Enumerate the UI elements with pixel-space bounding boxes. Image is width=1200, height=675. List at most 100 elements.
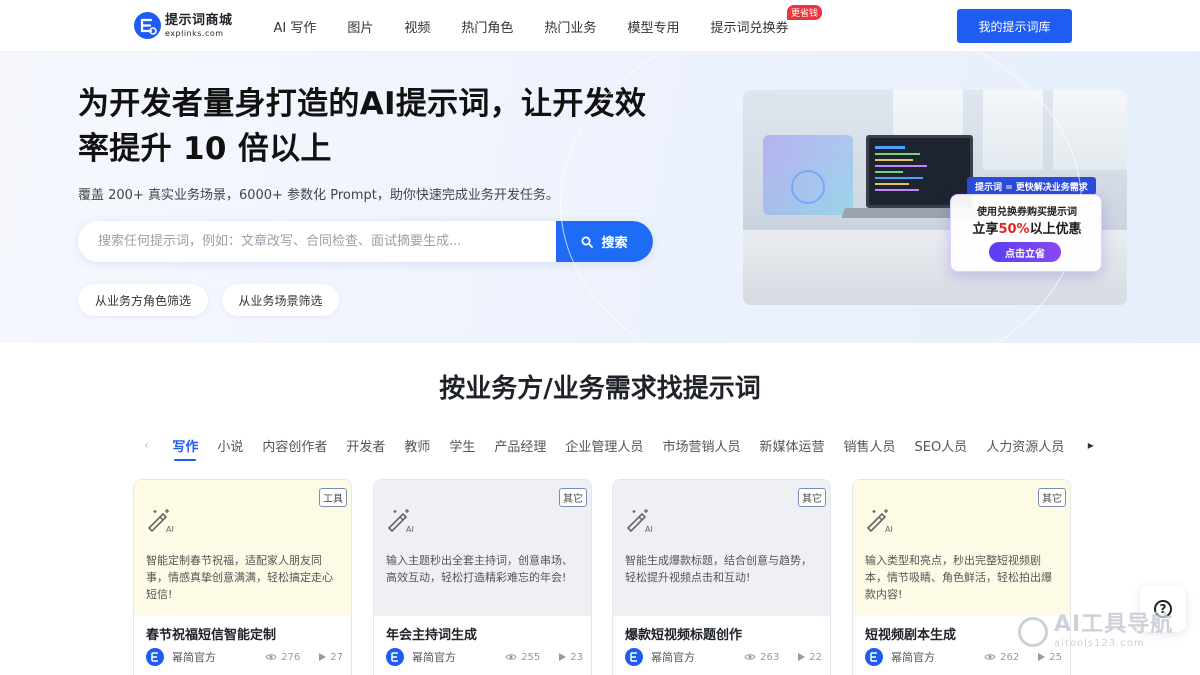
- card-title: 短视频剧本生成: [865, 628, 957, 643]
- view-count: 263: [760, 651, 780, 663]
- nav-item-coupons-label: 提示词兑换券: [710, 20, 789, 36]
- site-logo[interactable]: 提示词商城 explinks.com: [134, 12, 233, 39]
- promo-card: 使用兑换券购买提示词 立享50%以上优惠 点击立省: [950, 194, 1102, 272]
- nav-item-hot-roles[interactable]: 热门角色: [446, 17, 529, 36]
- tab-content-creator[interactable]: 内容创作者: [262, 436, 327, 455]
- tab-product-manager[interactable]: 产品经理: [494, 436, 546, 455]
- play-count: 23: [570, 651, 583, 663]
- card-meta: 幂简官方 276 27: [146, 648, 343, 666]
- hero-title: 为开发者量身打造的AI提示词，让开发效率提升 10 倍以上: [78, 86, 647, 167]
- office-window: [893, 90, 963, 170]
- view-count: 276: [281, 651, 301, 663]
- author-name: 幂简官方: [891, 651, 935, 664]
- card-description: 智能定制春节祝福，适配家人朋友同事，情感真挚创意满满，轻松搞定走心短信!: [146, 554, 333, 601]
- tabs-next-arrow-icon[interactable]: ▸: [1088, 438, 1094, 452]
- promo-banner[interactable]: 提示词 = 更快解决业务需求 使用兑换券购买提示词 立享50%以上优惠 点击立省: [743, 90, 1127, 305]
- logo-icon: [134, 12, 161, 39]
- author-avatar: [865, 648, 883, 666]
- search-icon: [581, 236, 594, 248]
- hero-subtitle: 覆盖 200+ 真实业务场景，6000+ 参数化 Prompt，助你快速完成业务…: [78, 188, 559, 203]
- eye-icon: [265, 654, 277, 660]
- play-count: 25: [1049, 651, 1062, 663]
- watermark-icon: [1018, 616, 1048, 647]
- office-window: [1053, 90, 1127, 170]
- category-tabs: ‹ 写作 小说 内容创作者 开发者 教师 学生 产品经理 企业管理人员 市场营销…: [144, 434, 1094, 461]
- main-nav: AI 写作 图片 视频 热门角色 热门业务 模型专用 提示词兑换券 更省钱: [258, 0, 822, 52]
- svg-text:AI: AI: [166, 525, 174, 534]
- search-button[interactable]: 搜索: [556, 221, 653, 262]
- play-icon: [559, 653, 567, 661]
- nav-item-ai-writing[interactable]: AI 写作: [258, 17, 332, 36]
- laptop-base: [841, 208, 995, 218]
- tab-enterprise-manager[interactable]: 企业管理人员: [565, 436, 643, 455]
- card-description: 输入类型和亮点，秒出完整短视频剧本，情节吸睛、角色鲜活，轻松拍出爆款内容!: [865, 554, 1052, 601]
- save-money-badge: 更省钱: [786, 4, 822, 20]
- watermark-url: aitools123.com: [1054, 638, 1145, 649]
- section-title: 按业务方/业务需求找提示词: [439, 374, 761, 404]
- nav-item-coupons[interactable]: 提示词兑换券 更省钱: [695, 4, 822, 36]
- watermark-title: AI工具导航: [1054, 612, 1174, 637]
- eye-icon: [505, 654, 517, 660]
- author-name: 幂简官方: [412, 651, 456, 664]
- card-title: 爆款短视频标题创作: [625, 628, 743, 643]
- tab-developer[interactable]: 开发者: [346, 436, 385, 455]
- search-button-label: 搜索: [601, 236, 628, 251]
- logo-subtitle: explinks.com: [165, 28, 224, 38]
- author-avatar: [625, 648, 643, 666]
- play-icon: [319, 653, 327, 661]
- nav-item-hot-business[interactable]: 热门业务: [529, 17, 612, 36]
- nav-item-videos[interactable]: 视频: [389, 17, 446, 36]
- office-window: [983, 90, 1043, 170]
- card-preview: 其它 AI 智能生成爆款标题，结合创意与趋势，轻松提升视频点击和互动!: [613, 480, 830, 616]
- card-category-tag: 工具: [319, 488, 347, 507]
- view-count: 262: [1000, 651, 1020, 663]
- tab-writing[interactable]: 写作: [172, 436, 198, 461]
- nav-item-model-specific[interactable]: 模型专用: [612, 17, 695, 36]
- eye-icon: [984, 654, 996, 660]
- card-title: 年会主持词生成: [386, 628, 478, 643]
- card-description: 智能生成爆款标题，结合创意与趋势，轻松提升视频点击和互动!: [625, 554, 812, 584]
- card-preview: 其它 AI 输入类型和亮点，秒出完整短视频剧本，情节吸睛、角色鲜活，轻松拍出爆款…: [853, 480, 1070, 616]
- nav-item-images[interactable]: 图片: [332, 17, 389, 36]
- watermark-logo: AI工具导航 aitools123.com: [1018, 614, 1173, 649]
- tabs-prev-arrow-icon[interactable]: ‹: [144, 438, 149, 452]
- tab-teacher[interactable]: 教师: [404, 436, 430, 455]
- tab-sales[interactable]: 销售人员: [843, 436, 895, 455]
- prompt-card[interactable]: 工具 AI 智能定制春节祝福，适配家人朋友同事，情感真挚创意满满，轻松搞定走心短…: [133, 479, 352, 675]
- filter-by-role-button[interactable]: 从业务方角色筛选: [78, 284, 208, 316]
- card-category-tag: 其它: [559, 488, 587, 507]
- card-description: 输入主题秒出全套主持词，创意串场、高效互动，轻松打造精彩难忘的年会!: [386, 554, 573, 584]
- magic-wand-ai-icon: AI: [387, 509, 414, 534]
- author-name: 幂简官方: [172, 651, 216, 664]
- author-avatar: [386, 648, 404, 666]
- hero-section: 为开发者量身打造的AI提示词，让开发效率提升 10 倍以上 覆盖 200+ 真实…: [0, 52, 1200, 343]
- promo-line-2: 立享50%以上优惠: [972, 222, 1082, 237]
- top-header: 提示词商城 explinks.com AI 写作 图片 视频 热门角色 热门业务…: [0, 0, 1200, 52]
- play-icon: [798, 653, 806, 661]
- my-library-button[interactable]: 我的提示词库: [957, 9, 1072, 43]
- view-count: 255: [521, 651, 541, 663]
- magic-wand-ai-icon: AI: [866, 509, 893, 534]
- magic-wand-ai-icon: AI: [147, 509, 174, 534]
- search-input[interactable]: [78, 221, 556, 262]
- svg-text:AI: AI: [645, 525, 653, 534]
- tab-hr[interactable]: 人力资源人员: [986, 436, 1064, 455]
- card-preview: 其它 AI 输入主题秒出全套主持词，创意串场、高效互动，轻松打造精彩难忘的年会!: [374, 480, 591, 616]
- author-avatar: [146, 648, 164, 666]
- filter-by-scenario-button[interactable]: 从业务场景筛选: [222, 284, 339, 316]
- promo-cta-button[interactable]: 点击立省: [989, 242, 1061, 262]
- magic-wand-ai-icon: AI: [626, 509, 653, 534]
- tab-student[interactable]: 学生: [449, 436, 475, 455]
- prompt-card[interactable]: 其它 AI 输入主题秒出全套主持词，创意串场、高效互动，轻松打造精彩难忘的年会!…: [373, 479, 592, 675]
- play-count: 27: [330, 651, 343, 663]
- tab-new-media[interactable]: 新媒体运营: [759, 436, 824, 455]
- card-meta: 幂简官方 262 25: [865, 648, 1062, 666]
- svg-text:AI: AI: [885, 525, 893, 534]
- tab-seo[interactable]: SEO人员: [914, 436, 967, 455]
- search-bar: 搜索: [78, 221, 653, 262]
- prompt-card[interactable]: 其它 AI 智能生成爆款标题，结合创意与趋势，轻松提升视频点击和互动! 爆款短视…: [612, 479, 831, 675]
- tab-novel[interactable]: 小说: [217, 436, 243, 455]
- hologram-ai-icon: [791, 170, 825, 204]
- logo-title: 提示词商城: [165, 12, 233, 28]
- tab-marketing[interactable]: 市场营销人员: [662, 436, 740, 455]
